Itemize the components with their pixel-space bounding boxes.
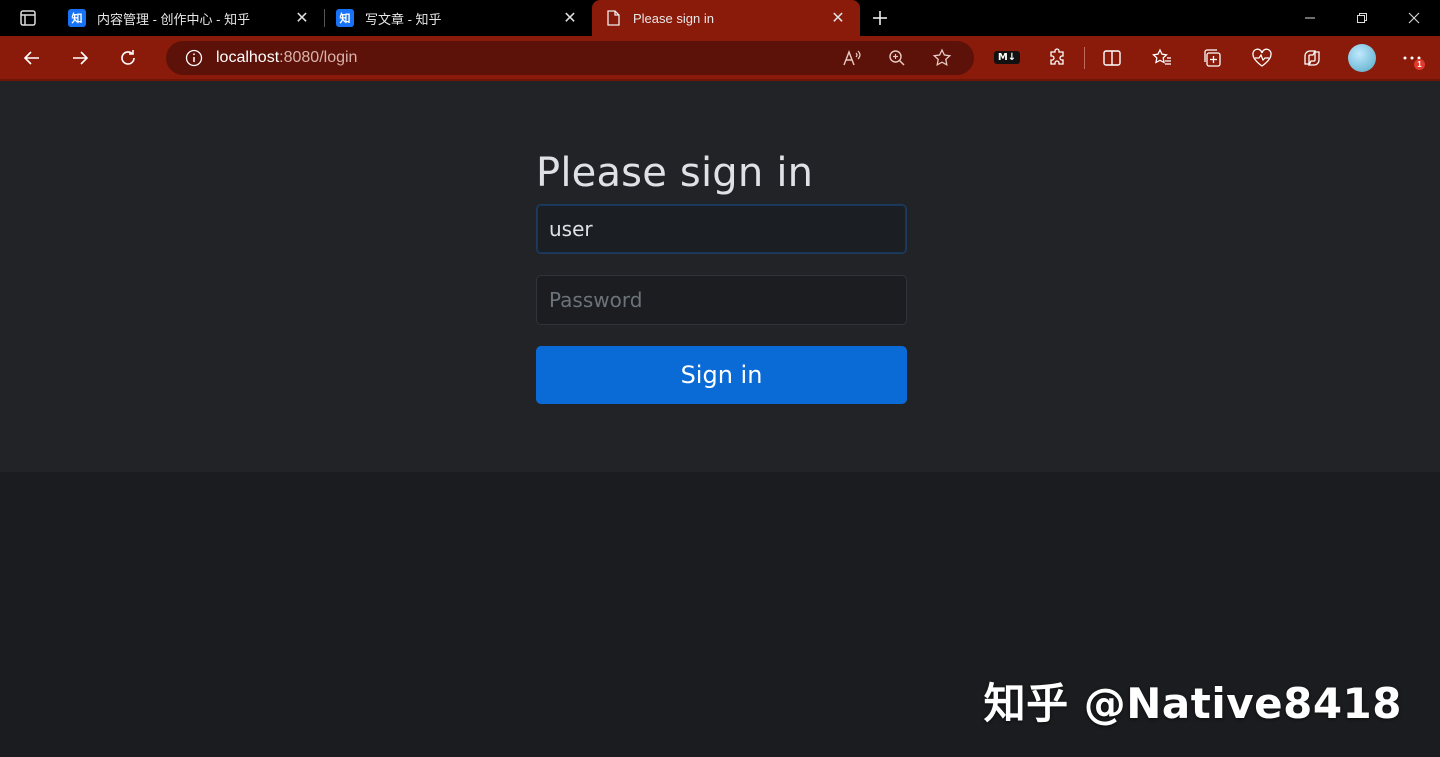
- toolbar-icons: M↓ 1: [982, 38, 1437, 78]
- toolbar-divider: [1084, 46, 1085, 69]
- url-text[interactable]: localhost:8080/login: [216, 49, 829, 67]
- favorites-icon: [1152, 47, 1171, 65]
- tab-actions-icon: [20, 10, 36, 26]
- watermark: 知乎 @Native8418: [983, 679, 1402, 728]
- star-icon: [932, 47, 951, 66]
- avatar: [1348, 43, 1376, 72]
- close-icon: [1408, 12, 1420, 24]
- profile-button[interactable]: [1337, 38, 1387, 78]
- split-screen-button[interactable]: [1087, 38, 1137, 78]
- close-window-button[interactable]: [1388, 0, 1440, 36]
- tab-actions-button[interactable]: [0, 0, 56, 36]
- tab-title: 内容管理 - 创作中心 - 知乎: [97, 11, 251, 27]
- tab-strip: 知 内容管理 - 创作中心 - 知乎 ✕ 知 写文章 - 知乎 ✕ Please…: [0, 0, 1440, 36]
- url-host: localhost: [216, 48, 280, 66]
- site-info-icon[interactable]: [182, 46, 206, 70]
- refresh-icon: [121, 49, 135, 65]
- markdown-icon: M↓: [993, 51, 1021, 64]
- copilot-icon: [1304, 49, 1320, 66]
- tab-title: Please sign in: [633, 10, 714, 26]
- favorite-button[interactable]: [919, 41, 964, 75]
- url-path: :8080/login: [279, 48, 358, 66]
- zhihu-favicon-icon: 知: [68, 9, 86, 27]
- forward-arrow-icon: [73, 50, 89, 65]
- refresh-button[interactable]: [104, 38, 152, 78]
- read-aloud-icon: [842, 49, 861, 65]
- close-tab-icon[interactable]: ✕: [292, 8, 312, 28]
- tab-write-article[interactable]: 知 写文章 - 知乎 ✕: [324, 0, 592, 36]
- username-field[interactable]: [536, 204, 907, 254]
- zhihu-favicon-icon: 知: [336, 9, 354, 27]
- minimize-button[interactable]: [1284, 0, 1336, 36]
- login-form: Please sign in Sign in: [536, 148, 907, 404]
- zoom-icon: [888, 49, 905, 66]
- extensions-button[interactable]: [1032, 38, 1082, 78]
- zoom-button[interactable]: [874, 41, 919, 75]
- restore-button[interactable]: [1336, 0, 1388, 36]
- forward-button[interactable]: [56, 38, 104, 78]
- favorites-button[interactable]: [1137, 38, 1187, 78]
- browser-toolbar: localhost:8080/login M↓ 1: [0, 36, 1440, 79]
- tab-please-sign-in[interactable]: Please sign in ✕: [592, 0, 860, 36]
- restore-icon: [1357, 13, 1367, 23]
- close-tab-icon[interactable]: ✕: [828, 8, 848, 28]
- copilot-button[interactable]: [1287, 38, 1337, 78]
- page-title: Please sign in: [536, 150, 814, 196]
- split-screen-icon: [1103, 49, 1121, 66]
- markdown-extension-button[interactable]: M↓: [982, 38, 1032, 78]
- settings-more-button[interactable]: 1: [1387, 38, 1437, 78]
- window-controls: [1284, 0, 1440, 36]
- address-bar[interactable]: localhost:8080/login: [166, 40, 974, 75]
- tab-content-management[interactable]: 知 内容管理 - 创作中心 - 知乎 ✕: [56, 0, 324, 36]
- puzzle-icon: [1050, 47, 1064, 65]
- browser-essentials-button[interactable]: [1237, 38, 1287, 78]
- collections-icon: [1204, 48, 1221, 67]
- tab-title: 写文章 - 知乎: [365, 11, 442, 27]
- new-tab-button[interactable]: [860, 0, 900, 36]
- heart-pulse-icon: [1252, 48, 1272, 67]
- password-field[interactable]: [536, 275, 907, 325]
- collections-button[interactable]: [1187, 38, 1237, 78]
- close-tab-icon[interactable]: ✕: [560, 8, 580, 28]
- back-button[interactable]: [8, 38, 56, 78]
- read-aloud-button[interactable]: [829, 41, 874, 75]
- minimize-icon: [1305, 17, 1315, 19]
- page-icon: [604, 9, 622, 27]
- plus-icon: [873, 11, 887, 25]
- field-spacer: [536, 254, 907, 275]
- sign-in-button[interactable]: Sign in: [536, 346, 907, 404]
- back-arrow-icon: [23, 50, 39, 65]
- notification-badge: 1: [1414, 58, 1425, 70]
